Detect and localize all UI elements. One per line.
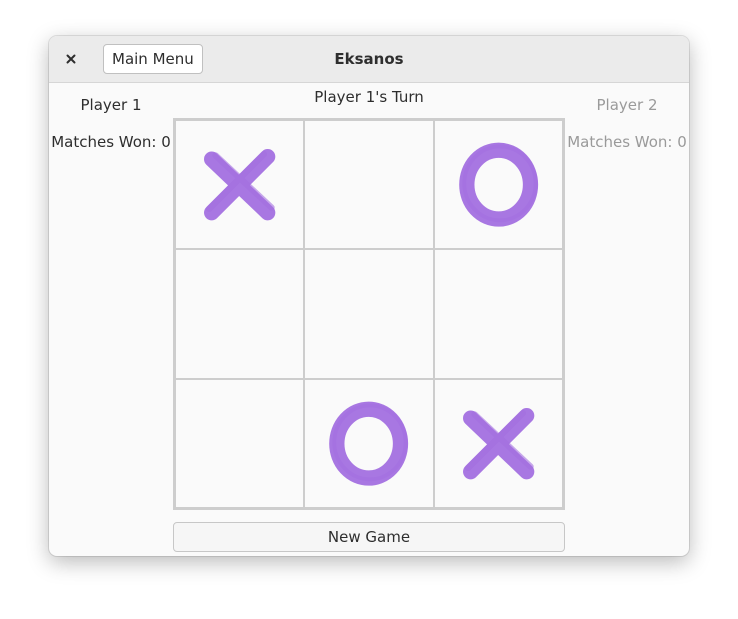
close-button[interactable]: [59, 47, 83, 71]
board-cell[interactable]: [433, 378, 563, 508]
board-cell[interactable]: [304, 120, 434, 250]
board-cell[interactable]: [433, 249, 563, 379]
main-menu-button[interactable]: Main Menu: [103, 44, 203, 74]
x-mark-icon: [204, 149, 276, 221]
new-game-button[interactable]: New Game: [173, 522, 565, 552]
player-2-matches-won: Matches Won: 0: [567, 133, 687, 151]
o-mark-icon: [329, 401, 409, 486]
titlebar: Main Menu Eksanos: [49, 36, 689, 83]
turn-status: Player 1's Turn: [314, 88, 424, 106]
board-cell[interactable]: [304, 378, 434, 508]
game-window: Main Menu Eksanos Player 1 Matches Won: …: [49, 36, 689, 556]
board-cell[interactable]: [175, 120, 305, 250]
player-2-name: Player 2: [596, 96, 658, 114]
player-1-matches-won: Matches Won: 0: [51, 133, 171, 151]
board-cell[interactable]: [175, 378, 305, 508]
player-1-name: Player 1: [80, 96, 142, 114]
game-board: [173, 118, 565, 510]
close-icon: [66, 54, 76, 64]
board-cell[interactable]: [175, 249, 305, 379]
x-mark-icon: [462, 407, 534, 479]
board-cell[interactable]: [304, 249, 434, 379]
board-cell[interactable]: [433, 120, 563, 250]
o-mark-icon: [458, 142, 538, 227]
